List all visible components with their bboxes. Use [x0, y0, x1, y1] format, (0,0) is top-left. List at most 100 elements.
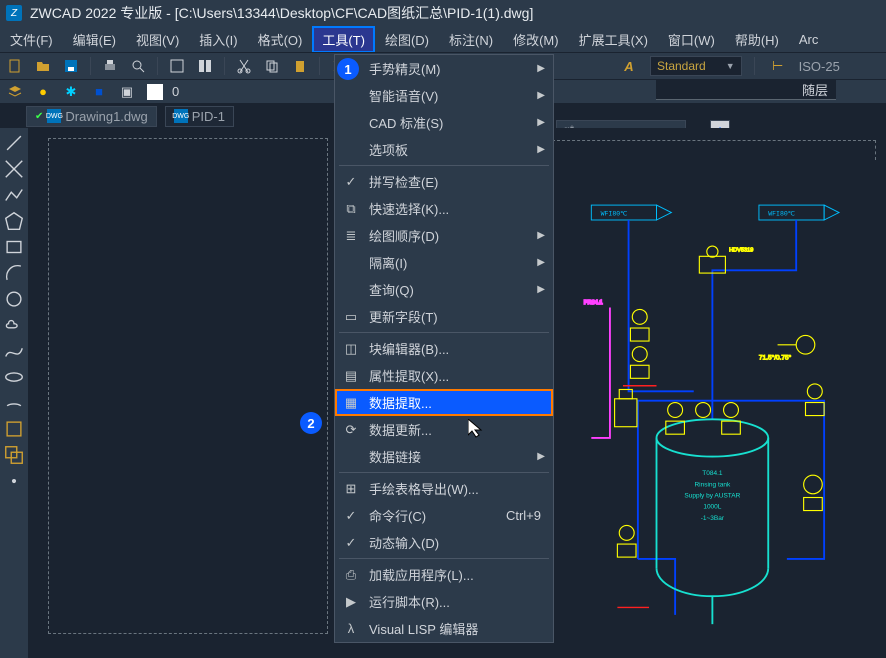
pnid-drawing: WFI80℃ WFI80℃: [582, 140, 880, 652]
rectangle-tool-icon[interactable]: [3, 236, 25, 258]
menu-view[interactable]: 视图(V): [126, 26, 189, 53]
draw-toolbar: [0, 128, 28, 658]
text-style-icon[interactable]: A: [618, 55, 640, 77]
bycolor-combo[interactable]: 随层: [656, 80, 836, 100]
xline-tool-icon[interactable]: [3, 158, 25, 180]
menu-table-export[interactable]: ⊞手绘表格导出(W)...: [335, 475, 553, 502]
menu-command-line[interactable]: ✓命令行(C)Ctrl+9: [335, 502, 553, 529]
bulb-icon[interactable]: ●: [32, 81, 54, 103]
block-insert-icon[interactable]: [3, 418, 25, 440]
menu-modify[interactable]: 修改(M): [503, 26, 569, 53]
svg-text:Supply by AUSTAR: Supply by AUSTAR: [684, 493, 740, 500]
menu-arc[interactable]: Arc: [789, 28, 829, 51]
tab-label: Drawing1.dwg: [65, 109, 147, 124]
load-icon: ⎙: [343, 567, 359, 583]
callout-badge-2: 2: [300, 412, 322, 434]
layer-zero-label: 0: [172, 84, 179, 99]
app-logo: Z: [6, 5, 22, 21]
menu-data-link[interactable]: 数据链接▶: [335, 443, 553, 470]
menu-voice[interactable]: 智能语音(V)▶: [335, 82, 553, 109]
copy-icon[interactable]: [261, 55, 283, 77]
menu-inquiry[interactable]: 查询(Q)▶: [335, 276, 553, 303]
new-icon[interactable]: [4, 55, 26, 77]
ellipse-tool-icon[interactable]: [3, 366, 25, 388]
menu-palettes[interactable]: 选项板▶: [335, 136, 553, 163]
file-tab-1[interactable]: ✔ DWG Drawing1.dwg: [26, 106, 157, 127]
plot-icon[interactable]: ▣: [116, 81, 138, 103]
submenu-arrow-icon: ▶: [537, 284, 545, 295]
open-icon[interactable]: [32, 55, 54, 77]
menu-draw-order[interactable]: ≣绘图顺序(D)▶: [335, 222, 553, 249]
polygon-tool-icon[interactable]: [3, 210, 25, 232]
text-style-combo[interactable]: Standard ▼: [650, 56, 742, 76]
menu-update-field[interactable]: ▭更新字段(T): [335, 303, 553, 330]
svg-text:T084.1: T084.1: [702, 470, 723, 477]
block-icon: ◫: [343, 341, 359, 357]
file-tab-2[interactable]: DWG PID-1: [165, 106, 234, 127]
menu-tools[interactable]: 工具(T): [312, 26, 375, 53]
ellipse-arc-icon[interactable]: [3, 392, 25, 414]
menu-edit[interactable]: 编辑(E): [63, 26, 126, 53]
menu-gesture[interactable]: 手势精灵(M)▶: [335, 55, 553, 82]
table-icon: ⊞: [343, 481, 359, 497]
submenu-arrow-icon: ▶: [537, 144, 545, 155]
find-icon[interactable]: [166, 55, 188, 77]
svg-text:Rinsing tank: Rinsing tank: [694, 481, 731, 488]
check-icon: ✓: [343, 535, 359, 551]
menu-data-update[interactable]: ⟳数据更新...: [335, 416, 553, 443]
svg-text:1000L: 1000L: [703, 504, 721, 511]
tab-label: PID-1: [192, 109, 225, 124]
save-icon[interactable]: [60, 55, 82, 77]
arc-tool-icon[interactable]: [3, 262, 25, 284]
select-icon: ⧉: [343, 201, 359, 217]
menu-vlisp[interactable]: λVisual LISP 编辑器: [335, 615, 553, 642]
lock-icon[interactable]: ■: [88, 81, 110, 103]
sun-icon[interactable]: ✱: [60, 81, 82, 103]
menu-spell[interactable]: ✓拼写检查(E): [335, 168, 553, 195]
menu-load-app[interactable]: ⎙加载应用程序(L)...: [335, 561, 553, 588]
make-block-icon[interactable]: [3, 444, 25, 466]
submenu-arrow-icon: ▶: [537, 451, 545, 462]
menu-isolate[interactable]: 隔离(I)▶: [335, 249, 553, 276]
window-title: ZWCAD 2022 专业版 - [C:\Users\13344\Desktop…: [30, 3, 533, 23]
menu-window[interactable]: 窗口(W): [658, 26, 725, 53]
revcloud-tool-icon[interactable]: [3, 314, 25, 336]
spline-tool-icon[interactable]: [3, 340, 25, 362]
menu-help[interactable]: 帮助(H): [725, 26, 789, 53]
data-icon: ▦: [343, 395, 359, 411]
print-icon[interactable]: [99, 55, 121, 77]
paste-icon[interactable]: [289, 55, 311, 77]
menu-quick-select[interactable]: ⧉快速选择(K)...: [335, 195, 553, 222]
layout-icon[interactable]: [194, 55, 216, 77]
menu-dim[interactable]: 标注(N): [439, 26, 503, 53]
menu-data-extract[interactable]: ▦数据提取...: [335, 389, 553, 416]
color-icon[interactable]: [144, 81, 166, 103]
polyline-tool-icon[interactable]: [3, 184, 25, 206]
callout-badge-1: 1: [337, 58, 359, 80]
menu-extend[interactable]: 扩展工具(X): [569, 26, 658, 53]
submenu-arrow-icon: ▶: [537, 117, 545, 128]
menu-attr-extract[interactable]: ▤属性提取(X)...: [335, 362, 553, 389]
refresh-icon: ⟳: [343, 422, 359, 438]
submenu-arrow-icon: ▶: [537, 257, 545, 268]
field-icon: ▭: [343, 309, 359, 325]
menu-insert[interactable]: 插入(I): [189, 26, 247, 53]
menu-run-script[interactable]: ▶运行脚本(R)...: [335, 588, 553, 615]
layer-manager-icon[interactable]: [4, 81, 26, 103]
menu-dynamic-input[interactable]: ✓动态输入(D): [335, 529, 553, 556]
menu-block-editor[interactable]: ◫块编辑器(B)...: [335, 335, 553, 362]
menu-cad-standard[interactable]: CAD 标准(S)▶: [335, 109, 553, 136]
menu-format[interactable]: 格式(O): [248, 26, 313, 53]
titlebar: Z ZWCAD 2022 专业版 - [C:\Users\13344\Deskt…: [0, 0, 886, 26]
menu-draw[interactable]: 绘图(D): [375, 26, 439, 53]
cut-icon[interactable]: [233, 55, 255, 77]
menu-file[interactable]: 文件(F): [0, 26, 63, 53]
line-tool-icon[interactable]: [3, 132, 25, 154]
circle-tool-icon[interactable]: [3, 288, 25, 310]
script-icon: ▶: [343, 594, 359, 610]
attr-icon: ▤: [343, 368, 359, 384]
preview-icon[interactable]: [127, 55, 149, 77]
svg-text:WFI80℃: WFI80℃: [601, 210, 629, 217]
dim-style-icon[interactable]: ⊢: [767, 55, 789, 77]
point-tool-icon[interactable]: [3, 470, 25, 492]
